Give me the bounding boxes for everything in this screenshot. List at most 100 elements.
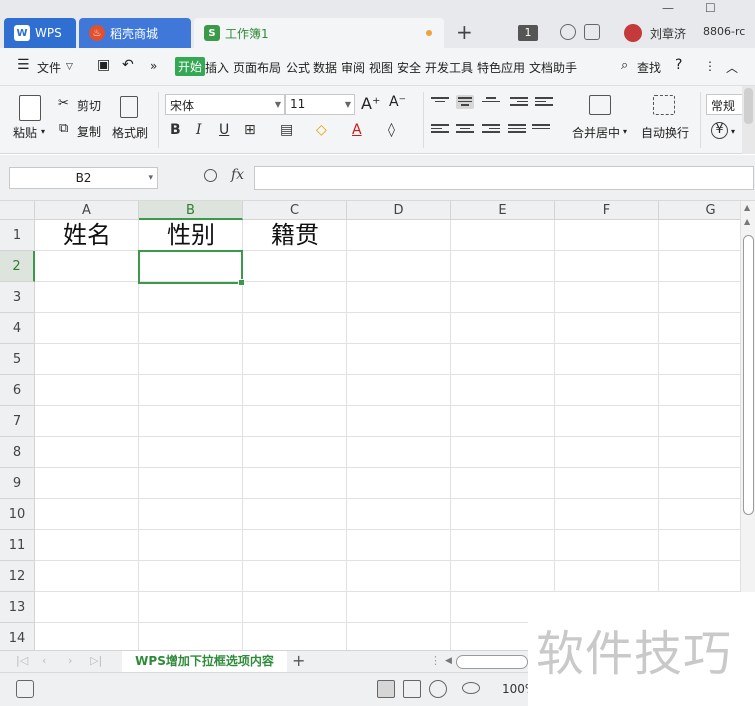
splitter-handle-icon[interactable]: ⋮ [430,654,441,667]
grid-cell[interactable] [243,468,347,499]
grid-cell[interactable] [35,406,139,437]
tab-special-apps[interactable]: 特色应用 [477,59,525,76]
save-icon[interactable]: ▣ [97,57,110,73]
align-bottom-icon[interactable] [482,95,500,109]
row-header-14[interactable]: 14 [0,623,35,650]
search-icon[interactable]: ⌕ [621,58,628,73]
currency-icon[interactable]: ¥ [711,122,728,139]
cell-a1[interactable]: 姓名 [35,220,139,251]
grid-cell[interactable] [659,251,740,282]
column-header-d[interactable]: D [347,201,451,220]
vertical-scrollbar[interactable]: ▲ ▲ [740,201,755,650]
wrap-text-icon[interactable] [653,95,675,115]
undo-icon[interactable]: ↶ [122,57,134,73]
grid-cell[interactable] [451,251,555,282]
column-header-c[interactable]: C [243,201,347,220]
name-box[interactable]: B2 ▾ [9,167,158,189]
grid-cell[interactable] [555,313,659,344]
collapse-ribbon-icon[interactable]: ︿ [726,59,738,76]
distributed-align-icon[interactable] [532,122,550,136]
grid-cell[interactable] [347,251,451,282]
tab-doc-assistant[interactable]: 文档助手 [529,59,577,76]
row-header-7[interactable]: 7 [0,406,35,437]
grid-cell[interactable] [347,623,451,650]
underline-button[interactable]: U [219,122,229,138]
grid-cell[interactable] [139,530,243,561]
column-header-f[interactable]: F [555,201,659,220]
grid-cell[interactable] [243,592,347,623]
grid-cell[interactable] [35,313,139,344]
column-header-g[interactable]: G [659,201,740,220]
scroll-thumb[interactable] [743,235,754,515]
share-icon[interactable] [584,24,600,40]
grid-cell[interactable] [555,375,659,406]
border-icon[interactable]: ⊞ [244,122,256,138]
number-format-select[interactable]: 常规 [706,94,746,115]
grid-cell[interactable] [139,623,243,650]
clear-format-icon[interactable]: ◊ [388,122,395,138]
grid-cell[interactable] [139,468,243,499]
grid-cell[interactable] [555,406,659,437]
grid-cell[interactable] [555,530,659,561]
chevron-down-icon[interactable]: ▾ [623,127,627,136]
grid-cell[interactable] [243,375,347,406]
grid-cell[interactable] [347,220,451,251]
grid-cell[interactable] [347,282,451,313]
column-header-e[interactable]: E [451,201,555,220]
justify-icon[interactable] [508,122,526,136]
cell-b1[interactable]: 性别 [139,220,243,251]
select-all-corner[interactable] [0,201,35,220]
grid-cell[interactable] [451,468,555,499]
paste-button[interactable]: 粘贴 [13,124,37,141]
align-center-icon[interactable] [456,122,474,136]
row-header-6[interactable]: 6 [0,375,35,406]
grid-cell[interactable] [347,313,451,344]
grid-cell[interactable] [451,375,555,406]
grid-cell[interactable] [139,499,243,530]
grid-cell[interactable] [347,375,451,406]
more-quick-access-icon[interactable]: » [150,59,157,73]
grid-cell[interactable] [243,561,347,592]
chevron-down-icon[interactable]: ▽ [66,62,73,72]
grid-cell[interactable] [451,282,555,313]
minimize-button[interactable]: — [662,1,674,15]
grid-cell[interactable] [659,220,740,251]
row-header-12[interactable]: 12 [0,561,35,592]
grid-cell[interactable] [451,499,555,530]
tab-security[interactable]: 安全 [397,59,421,76]
tab-data[interactable]: 数据 [313,59,337,76]
horizontal-scrollbar[interactable] [456,655,528,669]
format-painter-button[interactable]: 格式刷 [112,124,148,141]
scroll-up-icon[interactable]: ▲ [744,217,750,226]
ribbon-scroll-thumb[interactable] [744,88,753,124]
eye-protection-icon[interactable] [462,682,480,694]
grid-cell[interactable] [35,437,139,468]
grid-cell[interactable] [347,561,451,592]
chevron-down-icon[interactable]: ▾ [41,127,45,136]
first-sheet-icon[interactable]: |◁ [16,654,28,667]
insert-function-button[interactable]: fx [231,167,244,183]
grid-cell[interactable] [139,561,243,592]
grid-cell[interactable] [347,344,451,375]
row-header-9[interactable]: 9 [0,468,35,499]
tab-page-layout[interactable]: 页面布局 [233,59,281,76]
grid-cell[interactable] [35,592,139,623]
row-header-5[interactable]: 5 [0,344,35,375]
row-header-8[interactable]: 8 [0,437,35,468]
tab-formulas[interactable]: 公式 [286,59,310,76]
decrease-font-button[interactable]: A⁻ [389,94,406,110]
macro-record-icon[interactable] [16,680,34,698]
grid-cell[interactable] [243,251,347,282]
sheet-tab-active[interactable]: WPS增加下拉框选项内容 [122,651,287,673]
grid-cell[interactable] [555,251,659,282]
grid-cell[interactable] [139,437,243,468]
row-header-3[interactable]: 3 [0,282,35,313]
tab-insert[interactable]: 插入 [205,59,229,76]
align-middle-icon[interactable] [456,95,474,109]
grid-cell[interactable] [451,344,555,375]
grid-cell[interactable] [347,468,451,499]
wrap-text-button[interactable]: 自动换行 [641,124,689,141]
grid-cell[interactable] [347,406,451,437]
help-icon[interactable]: ? [675,57,682,73]
grid-cell[interactable] [451,437,555,468]
